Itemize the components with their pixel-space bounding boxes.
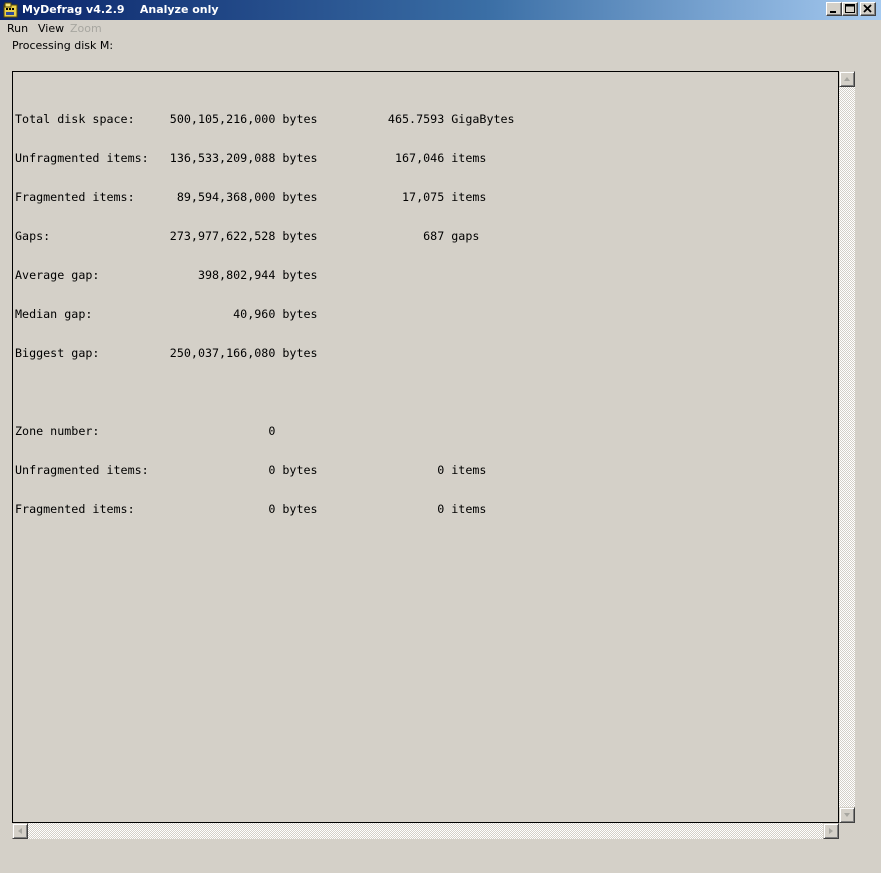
scroll-left-button[interactable] (12, 823, 28, 839)
scroll-right-button[interactable] (823, 823, 839, 839)
statistics-output-panel[interactable]: Total disk space: 500,105,216,000 bytes … (12, 71, 839, 823)
stat-line-biggest-gap: Biggest gap: 250,037,166,080 bytes (15, 346, 318, 360)
scroll-up-arrow-icon (844, 77, 850, 81)
stat-line-fragmented-items: Fragmented items: 89,594,368,000 bytes 1… (15, 190, 487, 204)
scroll-left-arrow-icon (18, 828, 22, 834)
statistics-text: Total disk space: 500,105,216,000 bytes … (15, 87, 515, 542)
close-button[interactable] (860, 2, 876, 16)
menu-item-run[interactable]: Run (7, 22, 28, 35)
minimize-icon (830, 11, 836, 13)
maximize-button[interactable] (842, 2, 858, 16)
stat-line-average-gap: Average gap: 398,802,944 bytes (15, 268, 318, 282)
menu-item-view[interactable]: View (38, 22, 64, 35)
stat-line-gaps: Gaps: 273,977,622,528 bytes 687 gaps (15, 229, 480, 243)
title-bar[interactable]: MyDefrag v4.2.9 Analyze only (0, 0, 881, 20)
scroll-right-arrow-icon (829, 828, 833, 834)
stat-line-zone-number: Zone number: 0 (15, 424, 276, 438)
stat-line-total-disk-space: Total disk space: 500,105,216,000 bytes … (15, 112, 515, 126)
stat-line-median-gap: Median gap: 40,960 bytes (15, 307, 318, 321)
horizontal-scrollbar[interactable] (12, 823, 839, 839)
vertical-scrollbar[interactable] (839, 71, 855, 823)
maximize-icon (845, 4, 855, 13)
stat-line-zone-fragmented-items: Fragmented items: 0 bytes 0 items (15, 502, 487, 516)
close-icon (863, 4, 872, 13)
scroll-down-button[interactable] (839, 807, 855, 823)
menu-item-zoom[interactable]: Zoom (70, 22, 102, 35)
stat-line-blank (15, 386, 515, 399)
menu-bar: Run View Zoom (0, 20, 881, 37)
status-text: Processing disk M: (12, 39, 114, 52)
scrollbar-corner (839, 823, 855, 839)
scroll-up-button[interactable] (839, 71, 855, 87)
stat-line-zone-unfragmented-items: Unfragmented items: 0 bytes 0 items (15, 463, 487, 477)
mydefrag-app-icon[interactable] (3, 2, 19, 18)
minimize-button[interactable] (826, 2, 842, 16)
window-title: MyDefrag v4.2.9 Analyze only (22, 3, 219, 16)
stat-line-unfragmented-items: Unfragmented items: 136,533,209,088 byte… (15, 151, 487, 165)
scroll-down-arrow-icon (844, 813, 850, 817)
